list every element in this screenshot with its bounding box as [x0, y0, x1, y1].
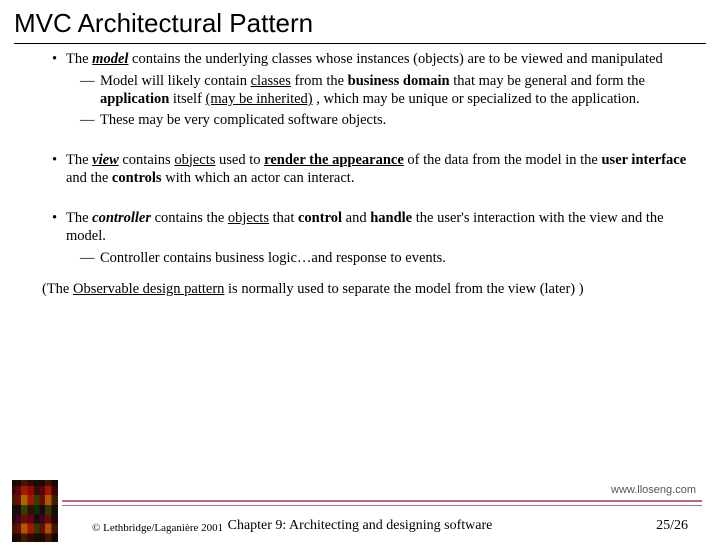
footer-url: www.lloseng.com [611, 484, 696, 496]
slide-body: The model contains the underlying classe… [52, 50, 692, 267]
term-model: model [92, 51, 128, 67]
text: The [66, 51, 92, 67]
footnote: (The Observable design pattern is normal… [42, 281, 698, 298]
bullet-model-sub1: Model will likely contain classes from t… [52, 72, 692, 108]
footer-rule-thin [62, 505, 702, 506]
bullet-controller-sub1: Controller contains business logic…and r… [52, 249, 692, 267]
footer-page-number: 25/26 [656, 518, 688, 534]
title-underline [14, 43, 706, 44]
footer-rule-thick [62, 500, 702, 502]
bullet-model-sub2: These may be very complicated software o… [52, 111, 692, 129]
text: contains the underlying classes whose in… [128, 51, 662, 67]
bullet-view: The view contains objects used to render… [52, 151, 692, 187]
slide-title: MVC Architectural Pattern [14, 8, 720, 39]
footer: www.lloseng.com © Lethbridge/Laganière 2… [0, 474, 720, 548]
footer-chapter: Chapter 9: Architecting and designing so… [0, 518, 720, 534]
bullet-controller: The controller contains the objects that… [52, 209, 692, 245]
bullet-model: The model contains the underlying classe… [52, 50, 692, 68]
